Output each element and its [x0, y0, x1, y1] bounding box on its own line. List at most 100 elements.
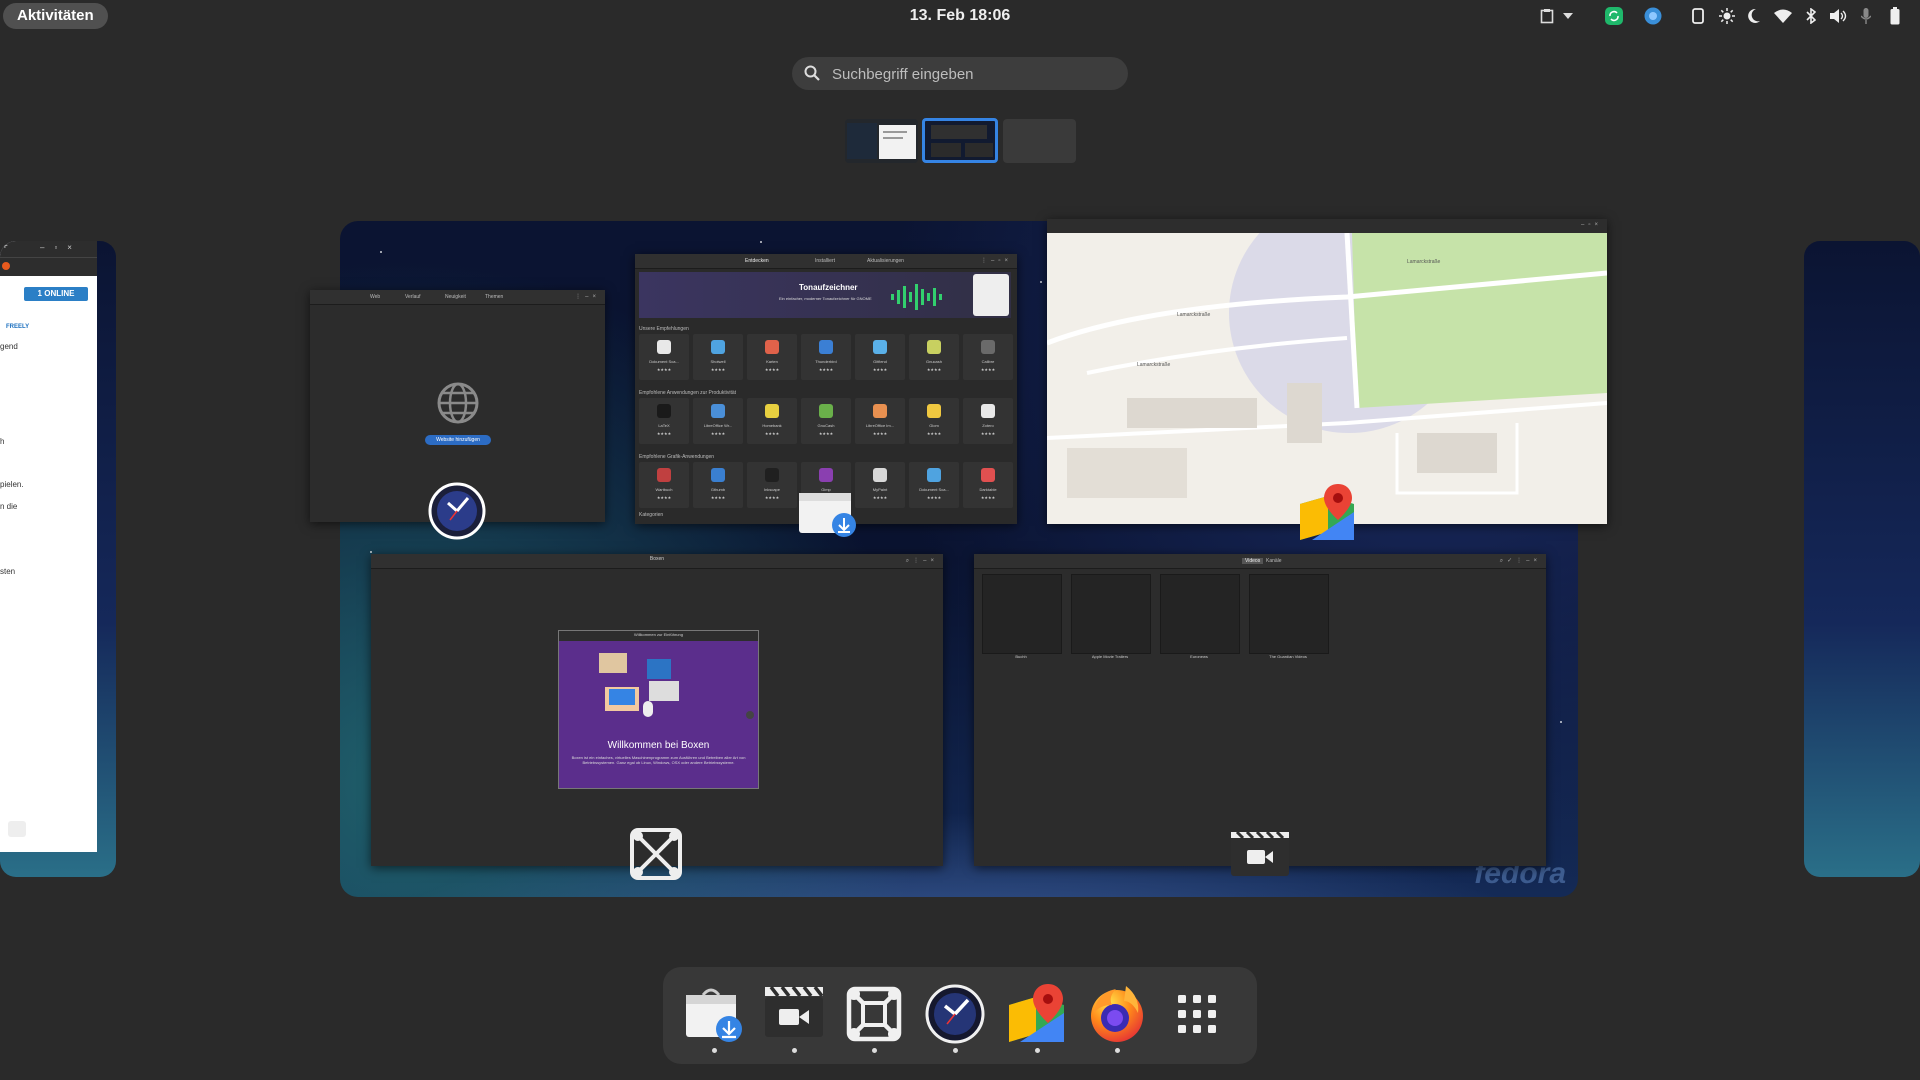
- maps-app-icon[interactable]: [1298, 482, 1356, 542]
- dock-firefox[interactable]: [1086, 983, 1148, 1045]
- welcome-dialog[interactable]: Willkommen zur Einführung Willkommen bei…: [558, 630, 759, 789]
- tab-explore[interactable]: Entdecken: [745, 258, 769, 264]
- previous-workspace-preview[interactable]: + –▫× 1 ONLINE FREELY gend h pielen. n d…: [0, 241, 116, 877]
- brightness-icon[interactable]: [1716, 6, 1738, 26]
- video-channel-tile[interactable]: [1249, 574, 1329, 654]
- tab-channels[interactable]: Kanäle: [1266, 558, 1282, 564]
- videos-app-icon[interactable]: [1229, 828, 1291, 878]
- software-app-tile[interactable]: Inkscape ★★★★: [747, 462, 797, 508]
- chat-window[interactable]: + –▫× 1 ONLINE FREELY gend h pielen. n d…: [0, 241, 97, 852]
- activities-button[interactable]: Aktivitäten: [3, 3, 108, 29]
- app-icon: [657, 340, 671, 354]
- software-app-tile[interactable]: Gnucash ★★★★: [909, 334, 959, 380]
- add-website-button[interactable]: Website hinzufügen: [425, 435, 491, 445]
- dock-maps[interactable]: [1006, 983, 1068, 1045]
- software-window[interactable]: Entdecken Installiert Aktualisierungen ⋮…: [635, 254, 1017, 524]
- video-channel-tile[interactable]: [1160, 574, 1240, 654]
- boxes-window[interactable]: Boxen ⌕⋮–× Willkommen zur Einführung Will…: [371, 554, 943, 866]
- software-app-icon[interactable]: [797, 487, 859, 539]
- dock-clocks[interactable]: [924, 983, 986, 1045]
- app-icon: [765, 468, 779, 482]
- software-app-tile[interactable]: Gitfiend ★★★★: [855, 334, 905, 380]
- search-input[interactable]: [830, 57, 1114, 92]
- software-app-tile[interactable]: LibreOffice Wr... ★★★★: [693, 398, 743, 444]
- maps-window[interactable]: –▫× Lamarckstraße Lamarckstraße Lamarcks…: [1047, 219, 1607, 524]
- running-indicator: [1115, 1048, 1120, 1053]
- rating-stars: ★★★★: [980, 367, 996, 372]
- microphone-icon[interactable]: [1857, 6, 1875, 26]
- tab-topics[interactable]: Themen: [485, 294, 503, 300]
- app-indicator-icon[interactable]: [1643, 6, 1663, 26]
- software-app-tile[interactable]: Dokument Sca... ★★★★: [909, 462, 959, 508]
- video-channel-tile[interactable]: [982, 574, 1062, 654]
- clock: 13. Feb 18:06: [0, 0, 1920, 31]
- tab-updates[interactable]: Aktualisierungen: [867, 258, 904, 264]
- dock-boxes[interactable]: [843, 983, 905, 1045]
- software-app-tile[interactable]: LaTeX ★★★★: [639, 398, 689, 444]
- volume-icon[interactable]: [1827, 6, 1849, 26]
- workspace-thumbnail-1[interactable]: [845, 119, 918, 163]
- app-icon: [873, 468, 887, 482]
- software-app-tile[interactable]: Darktable ★★★★: [963, 462, 1013, 508]
- video-channel-tile[interactable]: [1071, 574, 1151, 654]
- software-app-tile[interactable]: Calibre ★★★★: [963, 334, 1013, 380]
- online-badge[interactable]: 1 ONLINE: [24, 287, 88, 301]
- software-app-tile[interactable]: Glom ★★★★: [909, 398, 959, 444]
- tab-web[interactable]: Web: [370, 294, 380, 300]
- dropdown-arrow-icon[interactable]: [1561, 6, 1575, 26]
- app-name: Shotwell: [710, 359, 726, 364]
- tab-videos[interactable]: Videos: [1242, 558, 1264, 564]
- software-app-tile[interactable]: Dokument Sca... ★★★★: [639, 334, 689, 380]
- globe-icon: [437, 382, 479, 424]
- dock-videos[interactable]: [763, 983, 825, 1045]
- software-app-tile[interactable]: Homebank ★★★★: [747, 398, 797, 444]
- map-view[interactable]: [1047, 233, 1607, 524]
- wifi-icon[interactable]: [1772, 6, 1794, 26]
- rating-stars: ★★★★: [764, 367, 780, 372]
- videos-app-icon: [765, 985, 824, 1037]
- app-icon: [873, 404, 887, 418]
- workspace-thumbnail-2[interactable]: [922, 118, 998, 163]
- workspace-thumbnail-3[interactable]: [1003, 119, 1076, 163]
- next-workspace-preview[interactable]: [1804, 241, 1920, 877]
- tab-news[interactable]: Neuigkeit: [445, 294, 466, 300]
- rating-stars: ★★★★: [710, 431, 726, 436]
- software-app-tile[interactable]: Zotero ★★★★: [963, 398, 1013, 444]
- show-applications-button[interactable]: [1166, 983, 1228, 1045]
- date-time-button[interactable]: 13. Feb 18:06: [910, 7, 1011, 24]
- software-app-tile[interactable]: Gthumb ★★★★: [693, 462, 743, 508]
- next-page-button[interactable]: [746, 711, 754, 719]
- software-app-tile[interactable]: MyPaint ★★★★: [855, 462, 905, 508]
- clipboard-icon[interactable]: [1538, 6, 1556, 26]
- app-name: LibreOffice Wr...: [703, 423, 733, 428]
- battery-icon[interactable]: [1886, 6, 1904, 26]
- featured-banner[interactable]: Tonaufzeichner Ein einfacher, moderner T…: [639, 272, 1011, 318]
- running-indicator: [953, 1048, 958, 1053]
- software-app-tile[interactable]: Thunderbird ★★★★: [801, 334, 851, 380]
- new-tab-icon[interactable]: +: [2, 241, 8, 252]
- sync-icon[interactable]: [1604, 6, 1624, 26]
- rating-stars: ★★★★: [818, 431, 834, 436]
- software-app-tile[interactable]: Shotwell ★★★★: [693, 334, 743, 380]
- running-indicator: [792, 1048, 797, 1053]
- app-icon: [765, 340, 779, 354]
- software-app-tile[interactable]: LibreOffice Im... ★★★★: [855, 398, 905, 444]
- bluetooth-icon[interactable]: [1802, 6, 1820, 26]
- phone-icon[interactable]: [1688, 6, 1708, 26]
- clocks-app-icon[interactable]: [428, 482, 486, 540]
- tab-installed[interactable]: Installiert: [815, 258, 835, 264]
- video-title: Euronews: [1190, 654, 1208, 659]
- maps-app-icon: [1009, 984, 1064, 1042]
- videos-window[interactable]: Videos Kanäle ⌕✓⋮–× Buchh Apple Movie Tra…: [974, 554, 1546, 866]
- search-bar[interactable]: [792, 57, 1128, 92]
- rating-stars: ★★★★: [980, 431, 996, 436]
- software-app-tile[interactable]: Karten ★★★★: [747, 334, 797, 380]
- boxes-app-icon[interactable]: [629, 827, 683, 881]
- night-light-icon[interactable]: [1744, 6, 1764, 26]
- video-title: The Guardian Videos: [1269, 654, 1307, 659]
- tab-history[interactable]: Verlauf: [405, 294, 421, 300]
- software-app-tile[interactable]: Wartbuch ★★★★: [639, 462, 689, 508]
- software-app-tile[interactable]: GnuCash ★★★★: [801, 398, 851, 444]
- app-icon: [981, 340, 995, 354]
- dock-software[interactable]: [683, 983, 745, 1045]
